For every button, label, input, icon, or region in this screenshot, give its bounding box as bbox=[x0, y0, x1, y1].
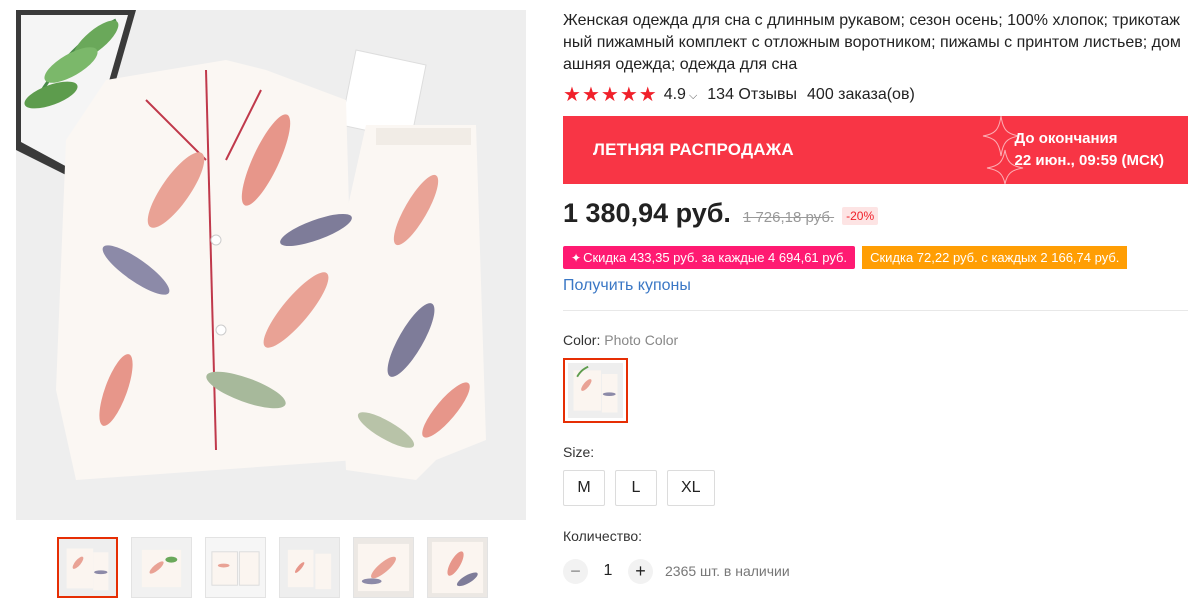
thumbnail-6[interactable] bbox=[427, 537, 488, 598]
old-price: 1 726,18 руб. bbox=[742, 209, 835, 226]
thumbnail-2[interactable] bbox=[131, 537, 192, 598]
current-price: 1 380,94 руб. bbox=[563, 198, 731, 228]
main-product-image[interactable] bbox=[16, 10, 526, 520]
size-option-xl[interactable]: XL bbox=[667, 470, 715, 506]
color-value: Photo Color bbox=[604, 332, 679, 348]
star-rating: ★ ★ ★ ★ ★ bbox=[563, 85, 657, 105]
stock-count: 2365 шт. в наличии bbox=[665, 563, 790, 579]
select-promo-badge[interactable]: Скидка 72,22 руб. с каждых 2 166,74 руб. bbox=[862, 246, 1128, 269]
price-row: 1 380,94 руб. 1 726,18 руб. -20% bbox=[563, 198, 1188, 232]
discount-badge: -20% bbox=[842, 207, 879, 225]
timer-value: 22 июн., 09:59 (МСК) bbox=[1014, 152, 1164, 169]
star-icon: ★ bbox=[581, 84, 600, 106]
select-promo-text: Скидка 72,22 руб. с каждых 2 166,74 руб. bbox=[870, 250, 1120, 265]
sale-banner: ЛЕТНЯЯ РАСПРОДАЖА До окончания 22 июн., … bbox=[563, 116, 1188, 184]
quantity-plus-button[interactable]: + bbox=[628, 558, 653, 584]
get-coupons-link[interactable]: Получить купоны bbox=[563, 275, 1188, 297]
star-icon: ★ bbox=[638, 84, 657, 106]
divider bbox=[563, 310, 1188, 311]
reviews-link[interactable]: 134 Отзывы bbox=[707, 86, 797, 104]
quantity-label: Количество: bbox=[563, 528, 643, 544]
product-info: Женская одежда для сна с длинным рукавом… bbox=[563, 10, 1188, 584]
color-label: Color: Photo Color bbox=[563, 332, 1188, 348]
thumbnail-3[interactable] bbox=[205, 537, 266, 598]
orders-count: 400 заказа(ов) bbox=[807, 86, 915, 103]
star-icon: ★ bbox=[619, 84, 638, 106]
thumbnail-strip bbox=[57, 537, 488, 598]
star-icon: ★ bbox=[600, 84, 619, 106]
quantity-stepper: − 1 + 2365 шт. в наличии bbox=[563, 558, 1188, 584]
promo-row: ✦ Скидка 433,35 руб. за каждые 4 694,61 р… bbox=[563, 246, 1188, 269]
sale-timer: До окончания 22 июн., 09:59 (МСК) bbox=[1015, 128, 1164, 172]
chevron-down-icon[interactable]: ⌵ bbox=[689, 90, 697, 103]
thumbnail-4[interactable] bbox=[279, 537, 340, 598]
star-icon: ★ bbox=[563, 84, 581, 106]
sale-title: ЛЕТНЯЯ РАСПРОДАЖА bbox=[593, 140, 794, 159]
quantity-input[interactable]: 1 bbox=[588, 562, 628, 580]
thumbnail-1[interactable] bbox=[57, 537, 118, 598]
size-label: Size: bbox=[563, 444, 595, 460]
quantity-minus-button[interactable]: − bbox=[563, 558, 588, 584]
size-options: M L XL bbox=[563, 470, 1188, 506]
timer-label: До окончания bbox=[1014, 130, 1118, 147]
color-label-text: Color: bbox=[563, 332, 601, 348]
rating-value[interactable]: 4.9 bbox=[664, 86, 686, 104]
store-promo-badge[interactable]: ✦ Скидка 433,35 руб. за каждые 4 694,61 р… bbox=[563, 246, 856, 269]
pajama-photo bbox=[16, 10, 526, 520]
size-option-m[interactable]: M bbox=[563, 470, 605, 506]
sparkle-icon: ✦ bbox=[571, 251, 582, 265]
color-swatch-photo-color[interactable] bbox=[563, 358, 628, 423]
rating-row: ★ ★ ★ ★ ★ 4.9 ⌵ 134 Отзывы 400 заказа(ов… bbox=[563, 84, 1188, 106]
size-option-l[interactable]: L bbox=[615, 470, 657, 506]
thumbnail-5[interactable] bbox=[353, 537, 414, 598]
store-promo-text: Скидка 433,35 руб. за каждые 4 694,61 ру… bbox=[583, 250, 848, 265]
product-title: Женская одежда для сна с длинным рукавом… bbox=[563, 12, 1181, 73]
